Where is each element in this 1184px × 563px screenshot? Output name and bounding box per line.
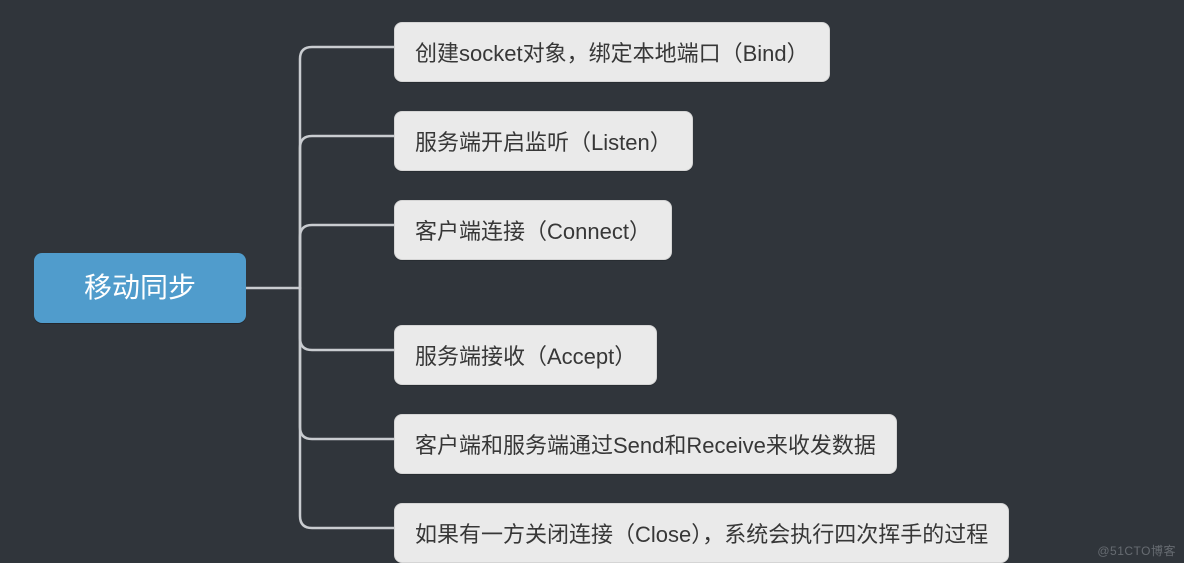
child-node-listen[interactable]: 服务端开启监听（Listen）	[394, 111, 693, 171]
root-node[interactable]: 移动同步	[34, 253, 246, 323]
child-node-connect[interactable]: 客户端连接（Connect）	[394, 200, 672, 260]
child-node-close[interactable]: 如果有一方关闭连接（Close），系统会执行四次挥手的过程	[394, 503, 1009, 563]
mindmap-canvas: 移动同步 创建socket对象，绑定本地端口（Bind） 服务端开启监听（Lis…	[0, 0, 1184, 563]
child-node-sendrecv[interactable]: 客户端和服务端通过Send和Receive来收发数据	[394, 414, 897, 474]
watermark-text: @51CTO博客	[1097, 542, 1176, 559]
child-node-bind[interactable]: 创建socket对象，绑定本地端口（Bind）	[394, 22, 830, 82]
child-node-accept[interactable]: 服务端接收（Accept）	[394, 325, 657, 385]
